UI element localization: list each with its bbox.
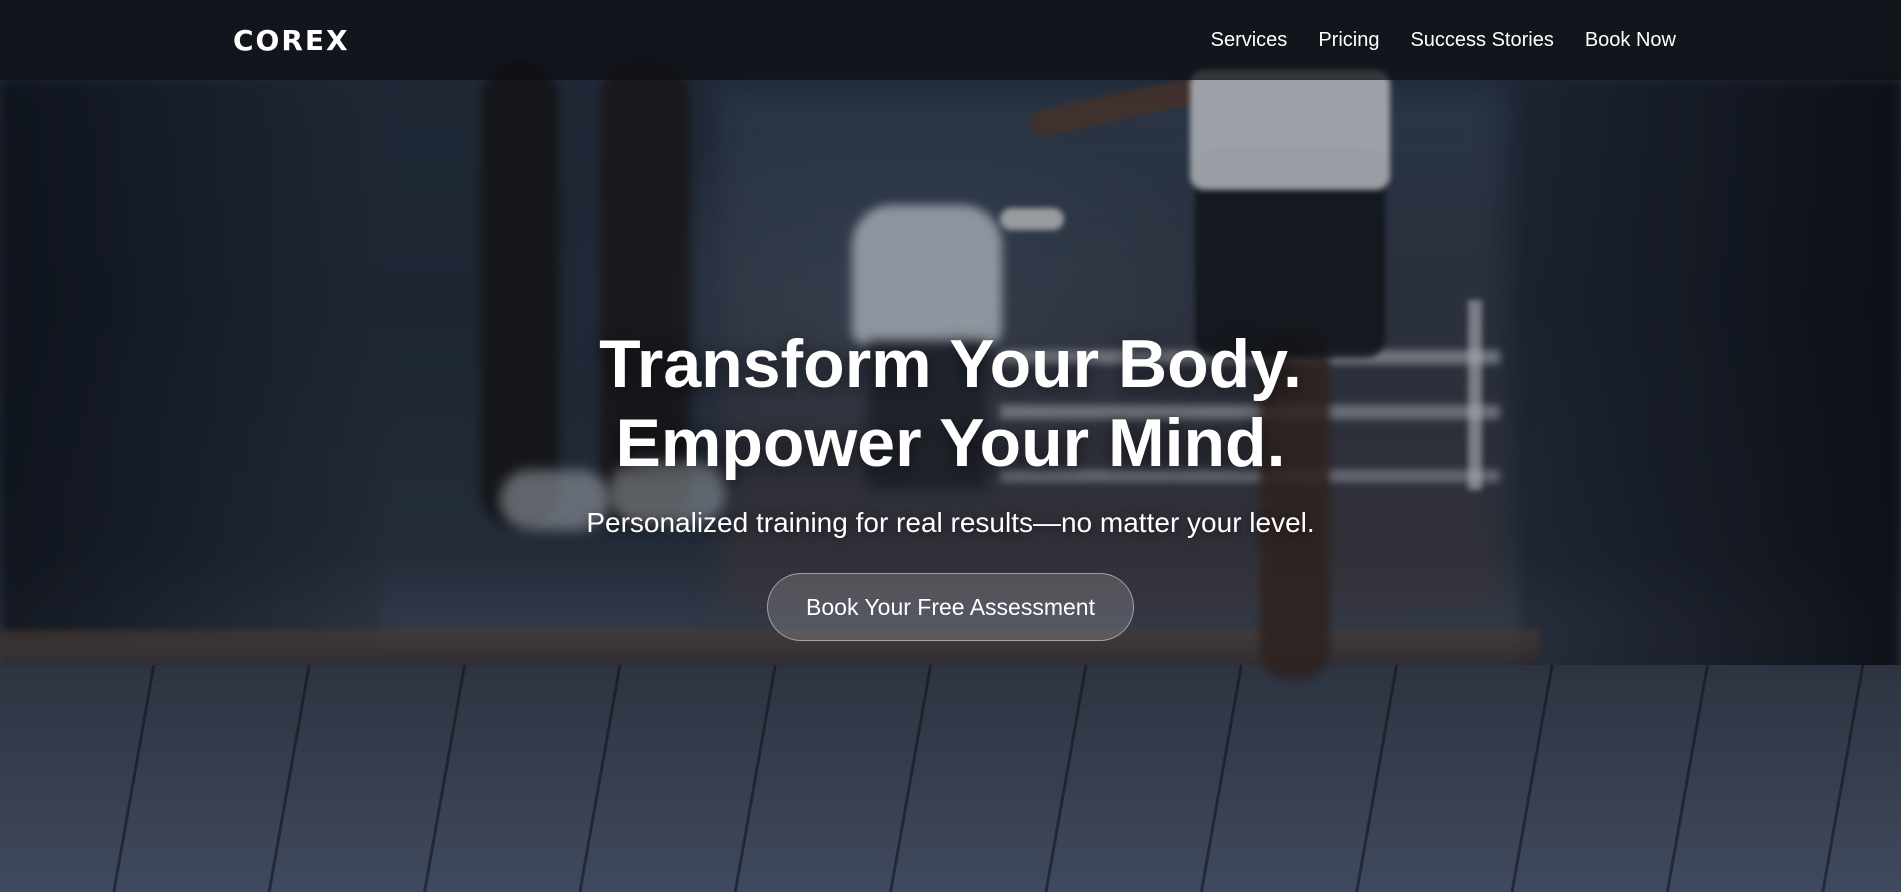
nav-link-services[interactable]: Services bbox=[1211, 29, 1288, 52]
nav-links: Services Pricing Success Stories Book No… bbox=[1211, 29, 1676, 52]
top-navbar: COREX Services Pricing Success Stories B… bbox=[0, 0, 1901, 80]
nav-link-success-stories[interactable]: Success Stories bbox=[1410, 29, 1553, 52]
hero-subheadline: Personalized training for real results—n… bbox=[586, 507, 1315, 538]
hero-headline-line-2: Empower Your Mind. bbox=[615, 405, 1286, 481]
hero-headline-line-1: Transform Your Body. bbox=[599, 326, 1302, 402]
nav-link-pricing[interactable]: Pricing bbox=[1318, 29, 1379, 52]
hero-content: Transform Your Body. Empower Your Mind. … bbox=[0, 325, 1901, 641]
hero-section: COREX Services Pricing Success Stories B… bbox=[0, 0, 1901, 892]
nav-link-book-now[interactable]: Book Now bbox=[1585, 29, 1676, 52]
hero-headline: Transform Your Body. Empower Your Mind. bbox=[0, 325, 1901, 483]
brand-logo[interactable]: COREX bbox=[233, 24, 350, 57]
book-free-assessment-button[interactable]: Book Your Free Assessment bbox=[767, 573, 1134, 641]
